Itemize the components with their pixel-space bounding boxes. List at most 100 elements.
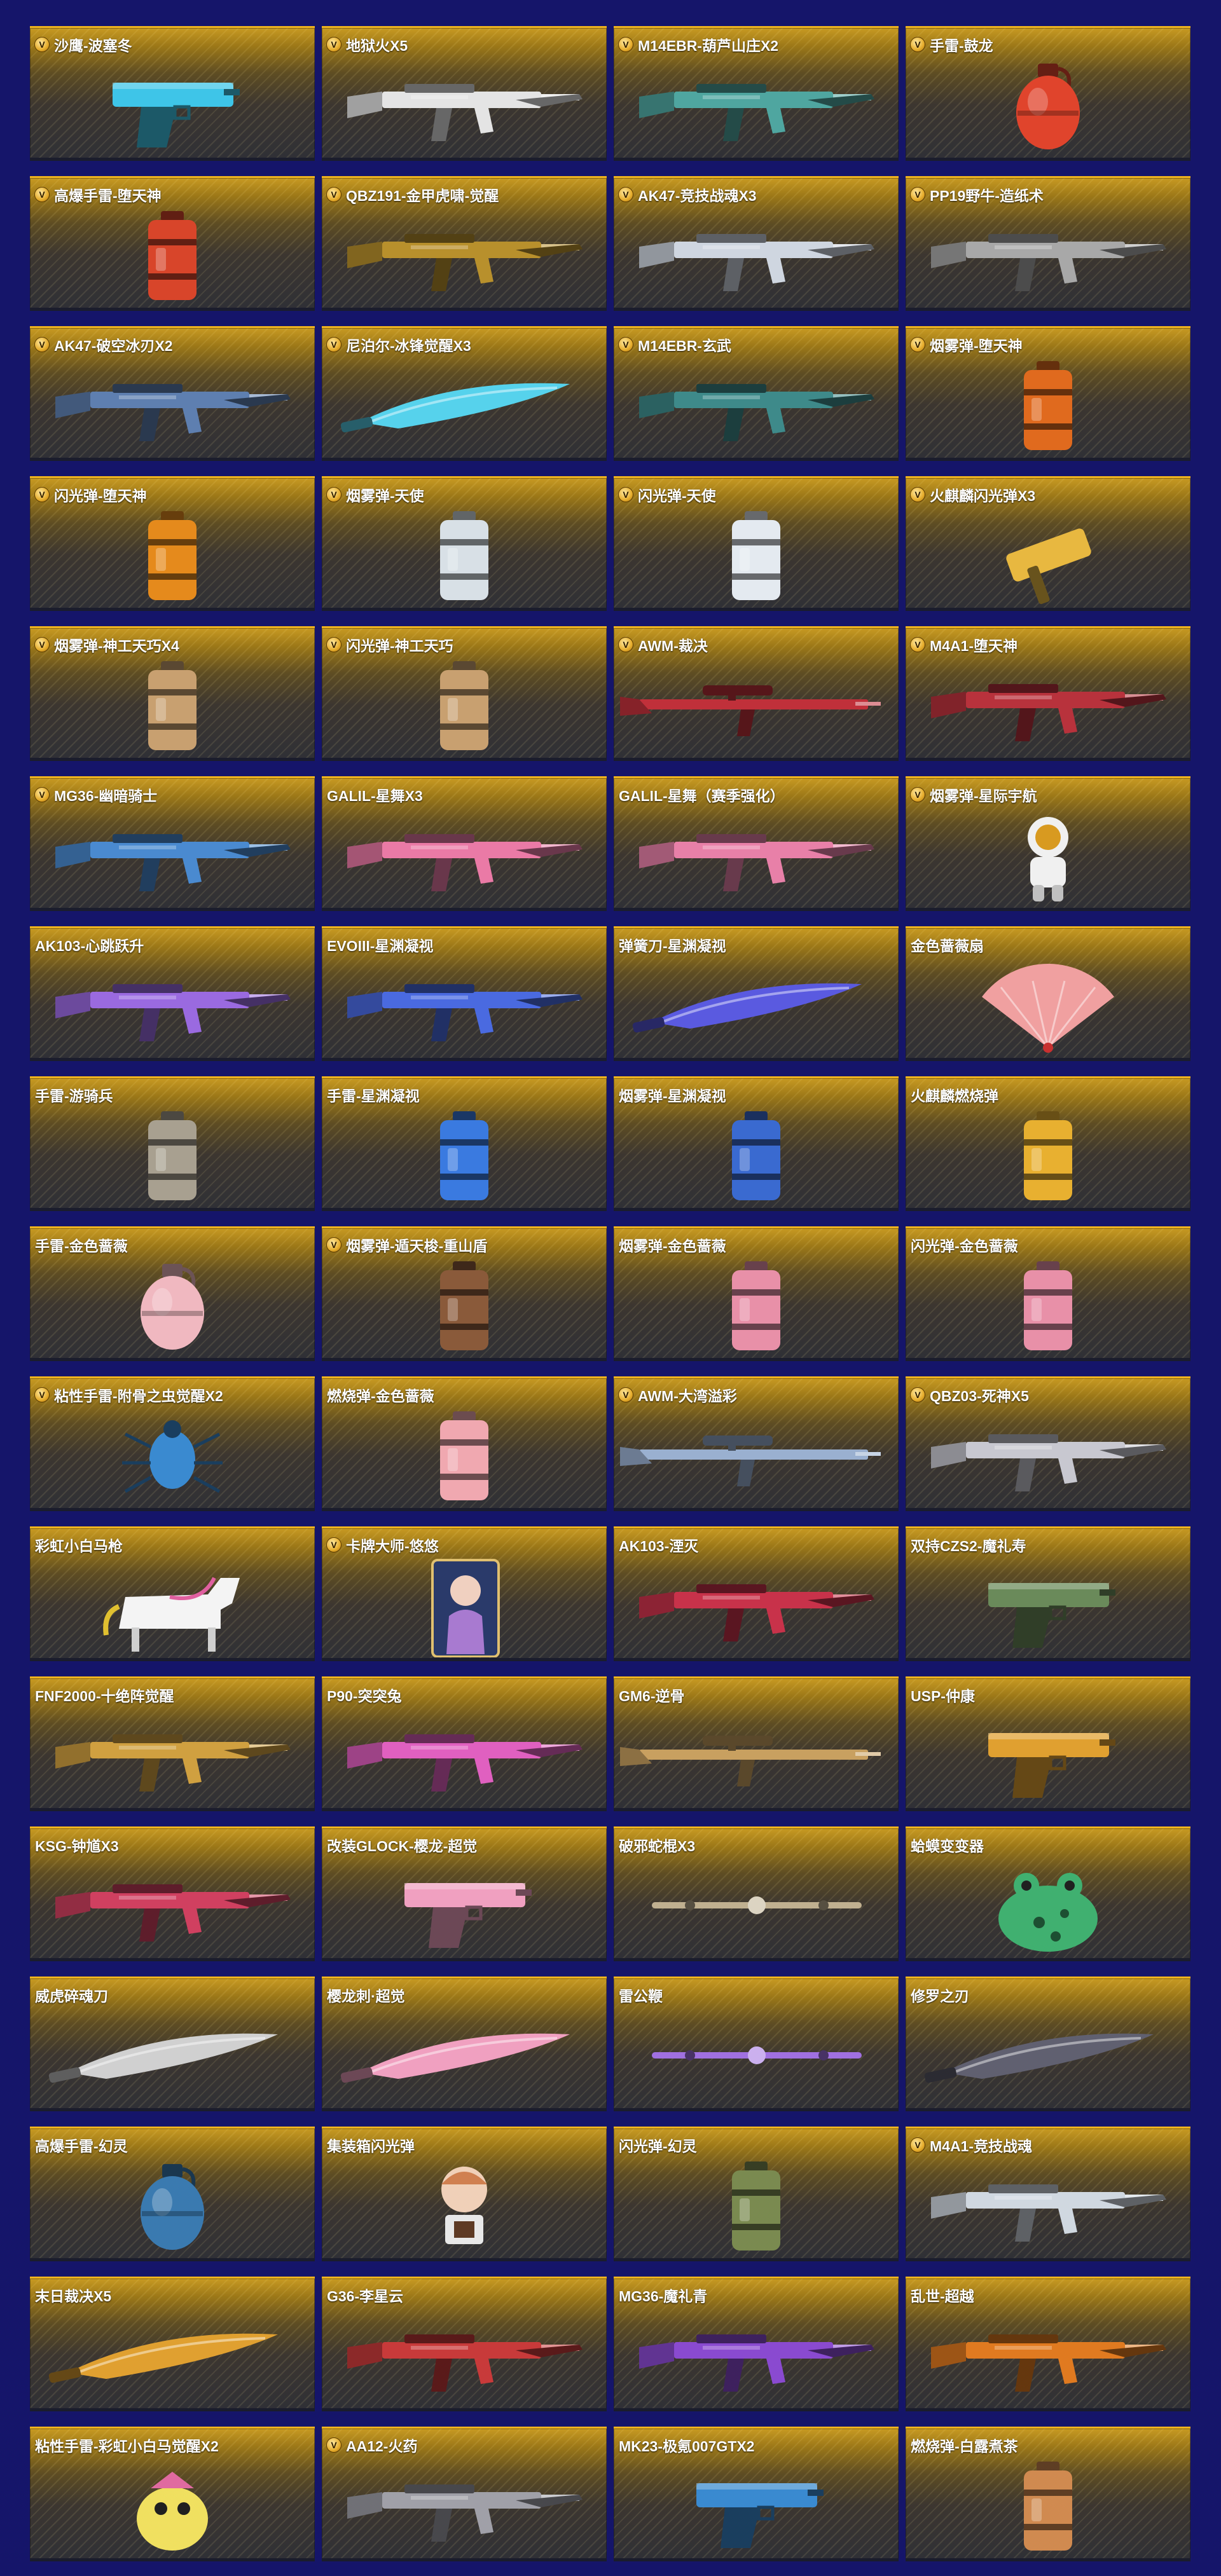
rifle-icon xyxy=(906,652,1190,757)
item-card[interactable]: V 烟雾弹-遁天梭-重山盾 xyxy=(322,1226,607,1361)
item-header: 手雷-星渊凝视 xyxy=(327,1084,602,1106)
item-name: 卡牌大师-悠悠 xyxy=(346,1538,439,1554)
item-card[interactable]: V MG36-幽暗骑士 xyxy=(30,776,315,911)
item-card[interactable]: USP-仲康 xyxy=(906,1676,1190,1811)
item-card[interactable]: 樱龙刺·超觉 xyxy=(322,1977,607,2111)
item-card[interactable]: 燃烧弹-白露煮茶 xyxy=(906,2427,1190,2561)
item-card[interactable]: 闪光弹-金色蔷薇 xyxy=(906,1226,1190,1361)
item-card[interactable]: GM6-逆骨 xyxy=(614,1676,899,1811)
item-card[interactable]: GALIL-星舞X3 xyxy=(322,776,607,911)
item-name: GALIL-星舞X3 xyxy=(327,788,423,804)
item-card[interactable]: MK23-极氪007GTX2 xyxy=(614,2427,899,2561)
item-card[interactable]: V AK47-破空冰刃X2 xyxy=(30,326,315,461)
item-card[interactable]: V M14EBR-玄武 xyxy=(614,326,899,461)
item-header: 威虎碎魂刀 xyxy=(35,1984,310,2006)
item-card[interactable]: 手雷-金色蔷薇 xyxy=(30,1226,315,1361)
rifle-icon xyxy=(322,952,607,1057)
item-card[interactable]: AK103-湮灭 xyxy=(614,1526,899,1661)
item-card[interactable]: FNF2000-十绝阵觉醒 xyxy=(30,1676,315,1811)
item-card[interactable]: 闪光弹-幻灵 xyxy=(614,2127,899,2261)
item-card[interactable]: V 闪光弹-神工天巧 xyxy=(322,626,607,761)
item-card[interactable]: 乱世-超越 xyxy=(906,2277,1190,2411)
rifle-icon xyxy=(30,1702,315,1807)
item-card[interactable]: V 地狱火X5 xyxy=(322,26,607,161)
item-card[interactable]: 金色蔷薇扇 xyxy=(906,926,1190,1061)
item-card[interactable]: 火麒麟燃烧弹 xyxy=(906,1076,1190,1211)
item-card[interactable]: 烟雾弹-星渊凝视 xyxy=(614,1076,899,1211)
item-card[interactable]: 修罗之刃 xyxy=(906,1977,1190,2111)
item-card[interactable]: V 闪光弹-堕天神 xyxy=(30,476,315,611)
item-card[interactable]: 高爆手雷-幻灵 xyxy=(30,2127,315,2261)
item-card[interactable]: V 沙鹰-波塞冬 xyxy=(30,26,315,161)
item-card[interactable]: V PP19野牛-造纸术 xyxy=(906,176,1190,311)
item-card[interactable]: MG36-魔礼青 xyxy=(614,2277,899,2411)
item-card[interactable]: 双持CZS2-魔礼寿 xyxy=(906,1526,1190,1661)
item-card[interactable]: V M4A1-堕天神 xyxy=(906,626,1190,761)
item-card[interactable]: 燃烧弹-金色蔷薇 xyxy=(322,1376,607,1511)
item-name: M14EBR-玄武 xyxy=(638,338,731,354)
rifle-icon xyxy=(614,802,899,907)
item-card[interactable]: GALIL-星舞（赛季强化） xyxy=(614,776,899,911)
item-card[interactable]: V 尼泊尔-冰锋觉醒X3 xyxy=(322,326,607,461)
item-header: V AWM-裁决 xyxy=(619,634,893,655)
item-card[interactable]: 手雷-星渊凝视 xyxy=(322,1076,607,1211)
item-card[interactable]: 威虎碎魂刀 xyxy=(30,1977,315,2111)
rifle-icon xyxy=(614,52,899,157)
item-card[interactable]: V QBZ191-金甲虎啸-觉醒 xyxy=(322,176,607,311)
item-card[interactable]: V 烟雾弹-天使 xyxy=(322,476,607,611)
item-card[interactable]: V 烟雾弹-神工天巧X4 xyxy=(30,626,315,761)
item-header: V 烟雾弹-天使 xyxy=(327,484,602,505)
rifle-icon xyxy=(30,352,315,457)
item-card[interactable]: 粘性手雷-彩虹小白马觉醒X2 xyxy=(30,2427,315,2561)
item-name: M4A1-竞技战魂 xyxy=(930,2138,1033,2155)
item-card[interactable]: V 烟雾弹-堕天神 xyxy=(906,326,1190,461)
item-card[interactable]: V M14EBR-葫芦山庄X2 xyxy=(614,26,899,161)
rifle-icon xyxy=(30,1853,315,1957)
item-header: V 粘性手雷-附骨之虫觉醒X2 xyxy=(35,1384,310,1406)
item-card[interactable]: V AK47-竞技战魂X3 xyxy=(614,176,899,311)
item-card[interactable]: 雷公鞭 xyxy=(614,1977,899,2111)
item-card[interactable]: G36-李星云 xyxy=(322,2277,607,2411)
item-header: USP-仲康 xyxy=(911,1684,1185,1706)
item-card[interactable]: 彩虹小白马枪 xyxy=(30,1526,315,1661)
item-card[interactable]: V 火麒麟闪光弹X3 xyxy=(906,476,1190,611)
item-card[interactable]: V AA12-火药 xyxy=(322,2427,607,2561)
rifle-icon xyxy=(906,202,1190,307)
item-header: V 烟雾弹-遁天梭-重山盾 xyxy=(327,1234,602,1256)
item-card[interactable]: V 卡牌大师-悠悠 xyxy=(322,1526,607,1661)
item-card[interactable]: V M4A1-竞技战魂 xyxy=(906,2127,1190,2261)
canister-icon xyxy=(30,652,315,757)
item-name: MG36-幽暗骑士 xyxy=(54,788,158,804)
item-header: V 手雷-鼓龙 xyxy=(911,34,1185,55)
item-card[interactable]: 烟雾弹-金色蔷薇 xyxy=(614,1226,899,1361)
item-name: PP19野牛-造纸术 xyxy=(930,188,1044,204)
item-header: V 卡牌大师-悠悠 xyxy=(327,1534,602,1556)
item-card[interactable]: 破邪蛇棍X3 xyxy=(614,1826,899,1961)
blade-icon xyxy=(322,352,607,457)
item-card[interactable]: P90-突突兔 xyxy=(322,1676,607,1811)
item-name: 烟雾弹-天使 xyxy=(346,488,424,504)
item-card[interactable]: 集装箱闪光弹 xyxy=(322,2127,607,2261)
item-card[interactable]: EVOIII-星渊凝视 xyxy=(322,926,607,1061)
rifle-icon xyxy=(322,1702,607,1807)
item-card[interactable]: 弹簧刀-星渊凝视 xyxy=(614,926,899,1061)
vip-badge-icon: V xyxy=(911,188,925,202)
item-card[interactable]: V 闪光弹-天使 xyxy=(614,476,899,611)
item-header: 高爆手雷-幻灵 xyxy=(35,2134,310,2156)
item-card[interactable]: 手雷-游骑兵 xyxy=(30,1076,315,1211)
item-card[interactable]: V QBZ03-死神X5 xyxy=(906,1376,1190,1511)
vip-badge-icon: V xyxy=(327,188,341,202)
item-card[interactable]: V 高爆手雷-堕天神 xyxy=(30,176,315,311)
item-card[interactable]: AK103-心跳跃升 xyxy=(30,926,315,1061)
item-card[interactable]: V 粘性手雷-附骨之虫觉醒X2 xyxy=(30,1376,315,1511)
item-card[interactable]: 蛤蟆变变器 xyxy=(906,1826,1190,1961)
item-card[interactable]: 改装GLOCK-樱龙-超觉 xyxy=(322,1826,607,1961)
item-card[interactable]: 末日裁决X5 xyxy=(30,2277,315,2411)
item-card[interactable]: V 烟雾弹-星际宇航 xyxy=(906,776,1190,911)
vip-badge-icon: V xyxy=(327,338,341,352)
item-card[interactable]: V AWM-大湾溢彩 xyxy=(614,1376,899,1511)
item-card[interactable]: KSG-钟馗X3 xyxy=(30,1826,315,1961)
item-card[interactable]: V AWM-裁决 xyxy=(614,626,899,761)
item-card[interactable]: V 手雷-鼓龙 xyxy=(906,26,1190,161)
vip-badge-icon: V xyxy=(619,338,633,352)
